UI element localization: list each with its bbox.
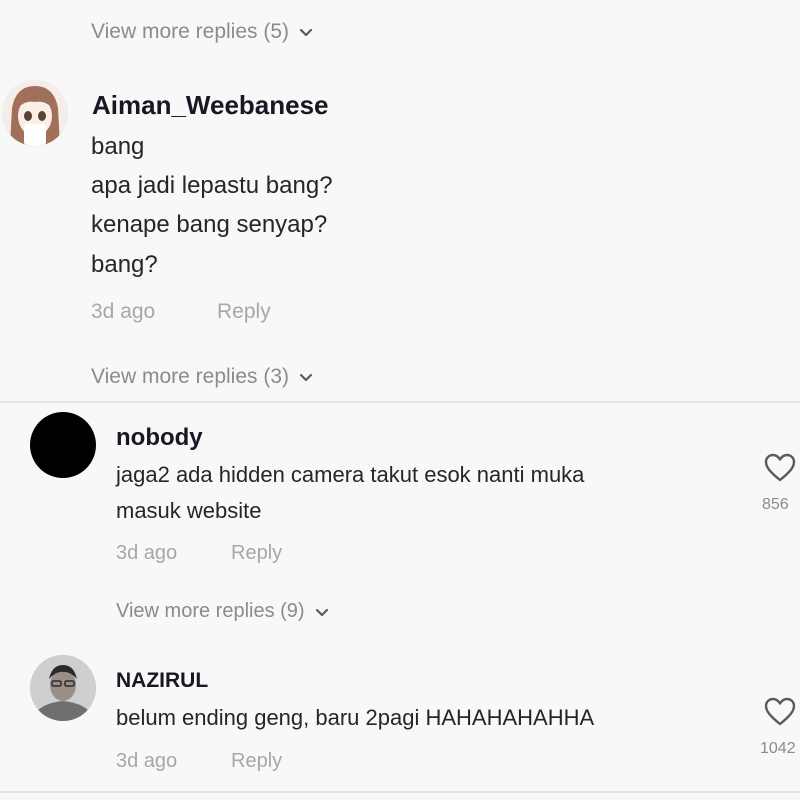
comment-timestamp: 3d ago	[116, 750, 178, 772]
comment-text-line: masuk website	[116, 498, 262, 523]
view-more-replies-button[interactable]: View more replies (9)	[116, 600, 331, 623]
reply-button[interactable]: Reply	[231, 542, 282, 565]
view-more-replies-button[interactable]: View more replies (3)	[91, 365, 315, 389]
view-more-replies-label: View more replies (5)	[91, 20, 290, 43]
avatar[interactable]	[30, 412, 96, 478]
like-count: 856	[762, 496, 789, 513]
avatar[interactable]	[2, 80, 68, 146]
chevron-down-icon	[299, 28, 313, 37]
comment-text-line: belum ending geng, baru 2pagi HAHAHAHAHH…	[116, 705, 595, 730]
comment-text-line: apa jadi lepastu bang?	[91, 172, 333, 199]
comment-username[interactable]: nobody	[116, 424, 203, 452]
view-more-replies-label: View more replies (9)	[116, 600, 305, 622]
view-more-replies-button[interactable]: View more replies (5)	[91, 20, 315, 44]
comment-username[interactable]: Aiman_Weebanese	[92, 90, 329, 121]
avatar[interactable]	[30, 655, 96, 721]
comment-text-line: bang?	[91, 251, 158, 278]
chevron-down-icon	[315, 608, 328, 616]
reply-button[interactable]: Reply	[217, 300, 271, 324]
person-photo-image	[30, 655, 96, 721]
reply-button[interactable]: Reply	[231, 750, 282, 773]
view-more-replies-label: View more replies (3)	[91, 365, 290, 388]
like-count: 1042	[760, 740, 796, 757]
anime-avatar-image	[2, 80, 68, 146]
comment-text-line: bang	[91, 133, 145, 160]
comment-text-line: kenape bang senyap?	[91, 211, 328, 238]
comment-username[interactable]: NAZIRUL	[116, 669, 208, 693]
comment-timestamp: 3d ago	[91, 300, 156, 323]
comment-divider	[0, 401, 800, 403]
heart-icon[interactable]	[764, 453, 796, 483]
heart-icon[interactable]	[764, 697, 796, 727]
comment-divider	[0, 791, 800, 793]
comment-timestamp: 3d ago	[116, 542, 178, 564]
chevron-down-icon	[299, 373, 313, 382]
comment-text-line: jaga2 ada hidden camera takut esok nanti…	[116, 462, 585, 487]
